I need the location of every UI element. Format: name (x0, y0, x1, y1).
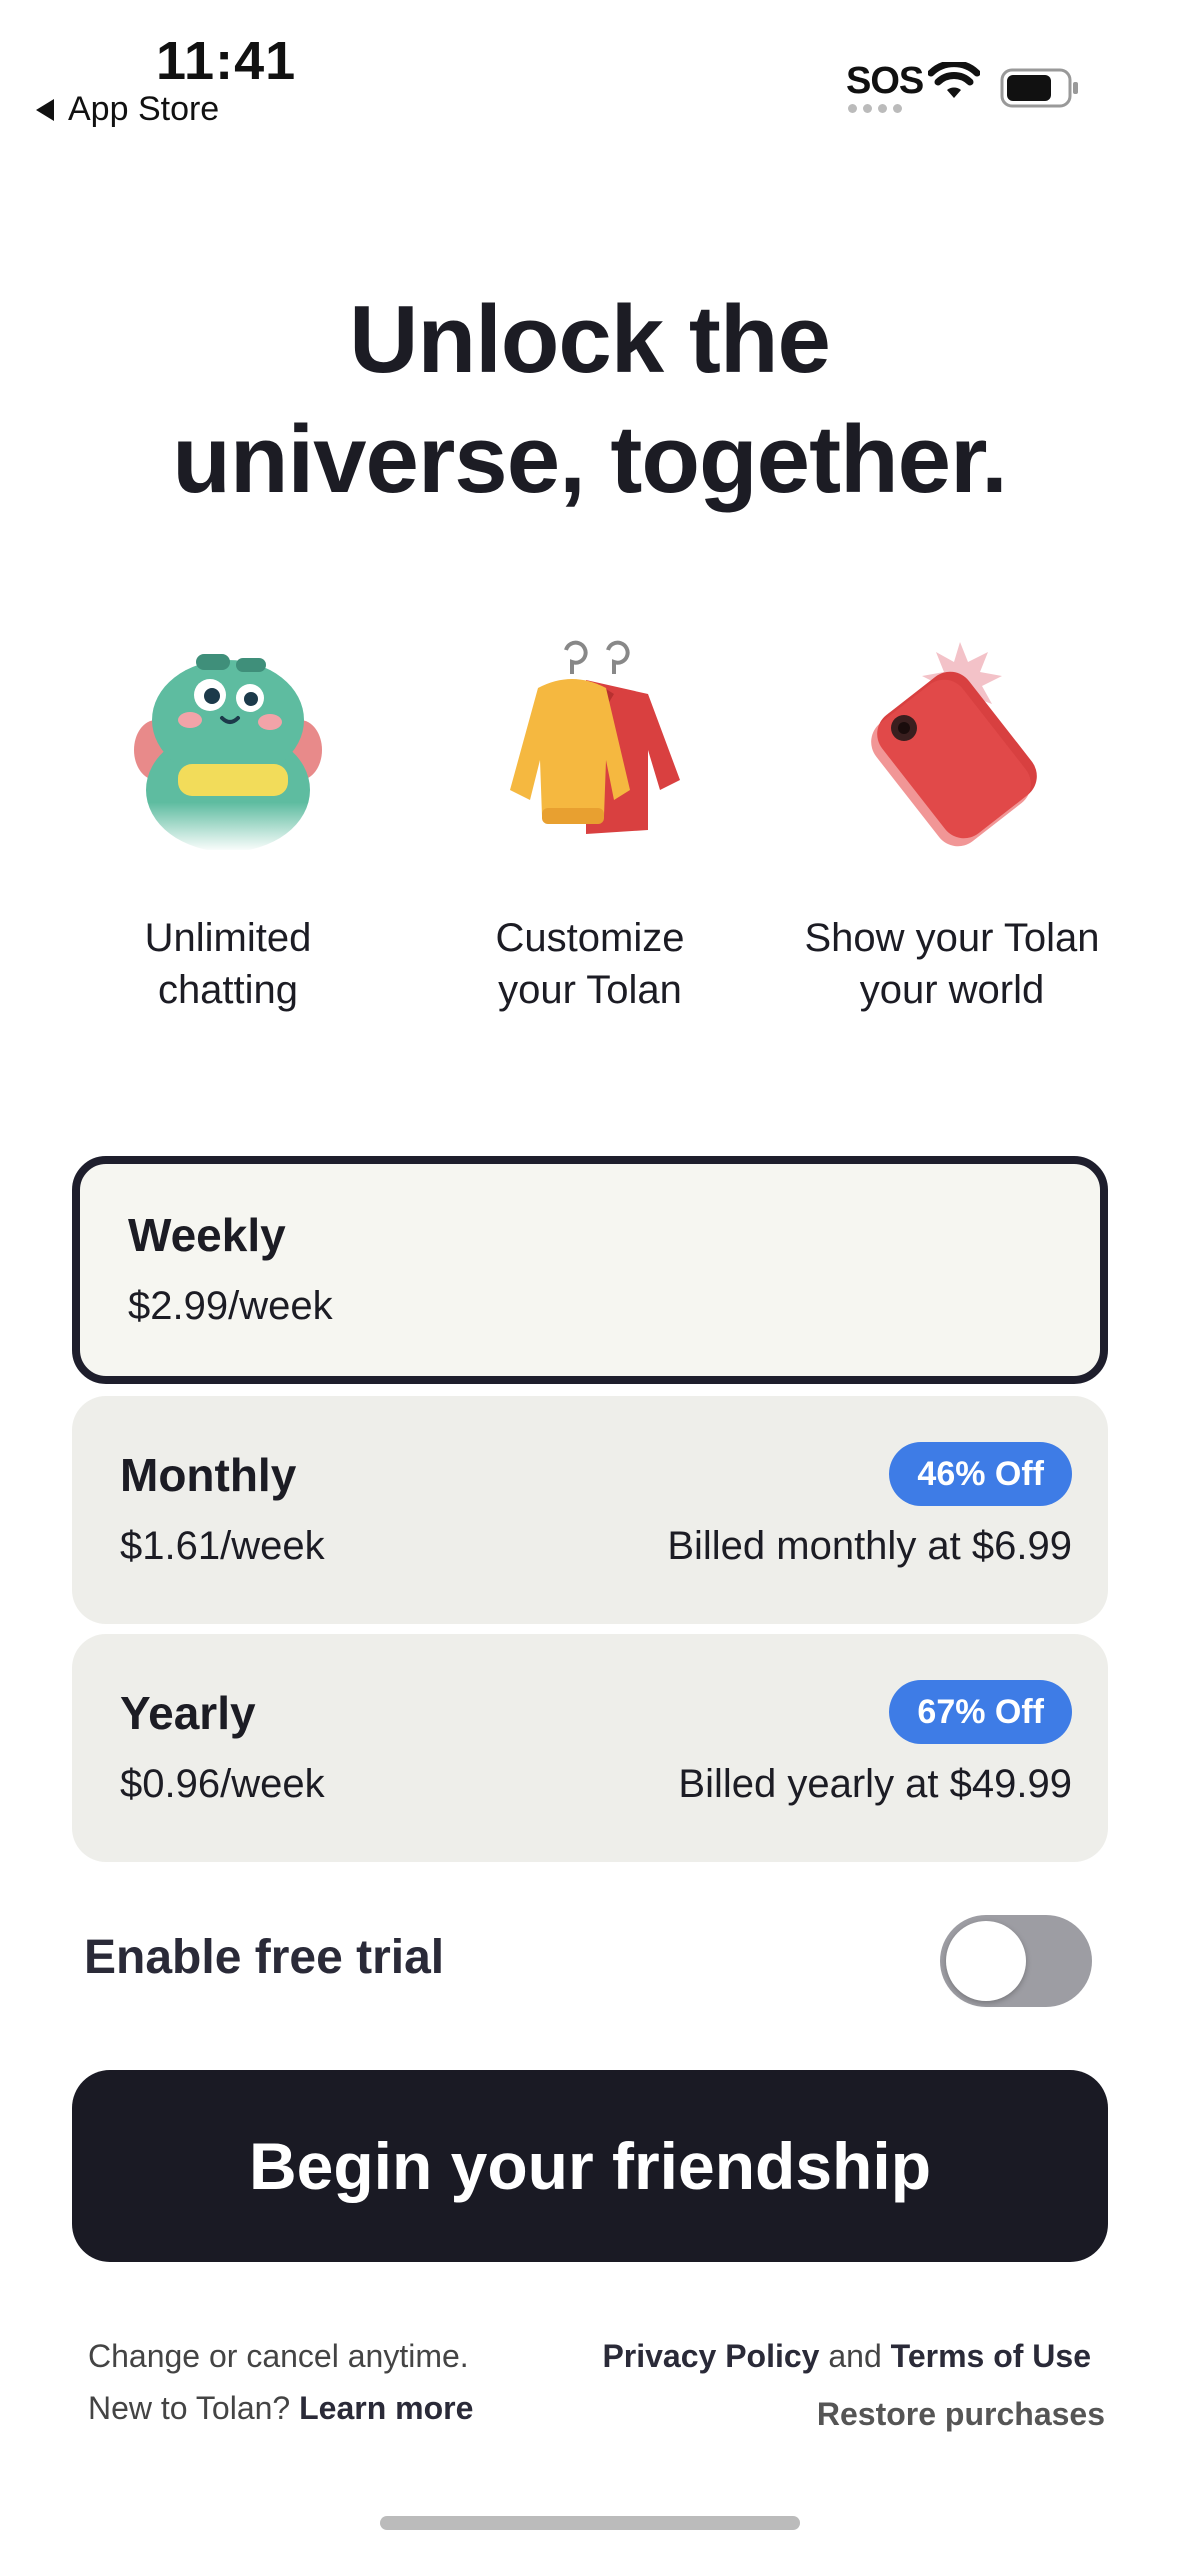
plan-weekly[interactable]: Weekly $2.99/week (72, 1156, 1108, 1384)
wifi-icon (928, 62, 980, 98)
signal-dots-icon (848, 104, 902, 113)
page-headline: Unlock the universe, together. (0, 280, 1179, 520)
plan-monthly[interactable]: Monthly $1.61/week 46% Off Billed monthl… (72, 1396, 1108, 1624)
feature-caption-line-2: chatting (157, 968, 299, 1012)
feature-show-world: Show your Tolan your world (772, 640, 1132, 1016)
begin-friendship-button[interactable]: Begin your friendship (72, 2070, 1108, 2262)
feature-caption-line-2: your world (859, 968, 1045, 1012)
phone-camera-icon (871, 642, 1037, 847)
headline-line-2: universe, together. (172, 406, 1008, 513)
terms-of-use-link[interactable]: Terms of Use (891, 2338, 1091, 2374)
back-to-app-store[interactable]: App Store (36, 90, 219, 129)
back-arrow-icon (36, 98, 54, 121)
change-cancel-text: Change or cancel anytime. (88, 2338, 469, 2374)
feature-caption-line-1: Customize (495, 916, 685, 960)
headline-line-1: Unlock the (349, 286, 831, 393)
free-trial-label: Enable free trial (84, 1931, 445, 1984)
discount-badge: 67% Off (889, 1680, 1072, 1744)
restore-purchases-link[interactable]: Restore purchases (817, 2396, 1105, 2433)
discount-badge: 46% Off (889, 1442, 1072, 1506)
free-trial-toggle[interactable] (940, 1915, 1092, 2007)
frog-character-icon (134, 654, 322, 850)
learn-more-link[interactable]: Learn more (299, 2390, 473, 2426)
status-time: 11:41 (156, 31, 297, 91)
toggle-knob (946, 1921, 1026, 2001)
plan-price: $1.61/week (120, 1524, 325, 1568)
plan-price: $0.96/week (120, 1762, 325, 1806)
feature-customize: Customize your Tolan (410, 640, 770, 1016)
privacy-policy-link[interactable]: Privacy Policy (602, 2338, 819, 2374)
plan-price: $2.99/week (128, 1284, 333, 1328)
plan-name: Weekly (128, 1209, 286, 1261)
plan-yearly[interactable]: Yearly $0.96/week 67% Off Billed yearly … (72, 1634, 1108, 1862)
feature-caption-line-2: your Tolan (498, 968, 682, 1012)
battery-icon (1000, 68, 1078, 108)
feature-caption-line-1: Unlimited (144, 916, 312, 960)
feature-caption-line-1: Show your Tolan (804, 916, 1100, 960)
legal-links-row: Privacy Policy and Terms of Use (602, 2338, 1091, 2375)
new-to-tolan-row: New to Tolan? Learn more (88, 2390, 473, 2427)
new-to-tolan-text: New to Tolan? (88, 2390, 291, 2426)
clothing-hanger-icon (510, 640, 680, 834)
sos-indicator: SOS (846, 60, 924, 102)
home-indicator (380, 2516, 800, 2530)
plan-name: Yearly (120, 1687, 256, 1739)
and-text: and (828, 2338, 882, 2374)
billing-text: Billed yearly at $49.99 (678, 1762, 1072, 1806)
feature-unlimited-chatting: Unlimited chatting (48, 640, 408, 1016)
plan-name: Monthly (120, 1449, 297, 1501)
back-label: App Store (68, 90, 220, 128)
billing-text: Billed monthly at $6.99 (667, 1524, 1072, 1568)
